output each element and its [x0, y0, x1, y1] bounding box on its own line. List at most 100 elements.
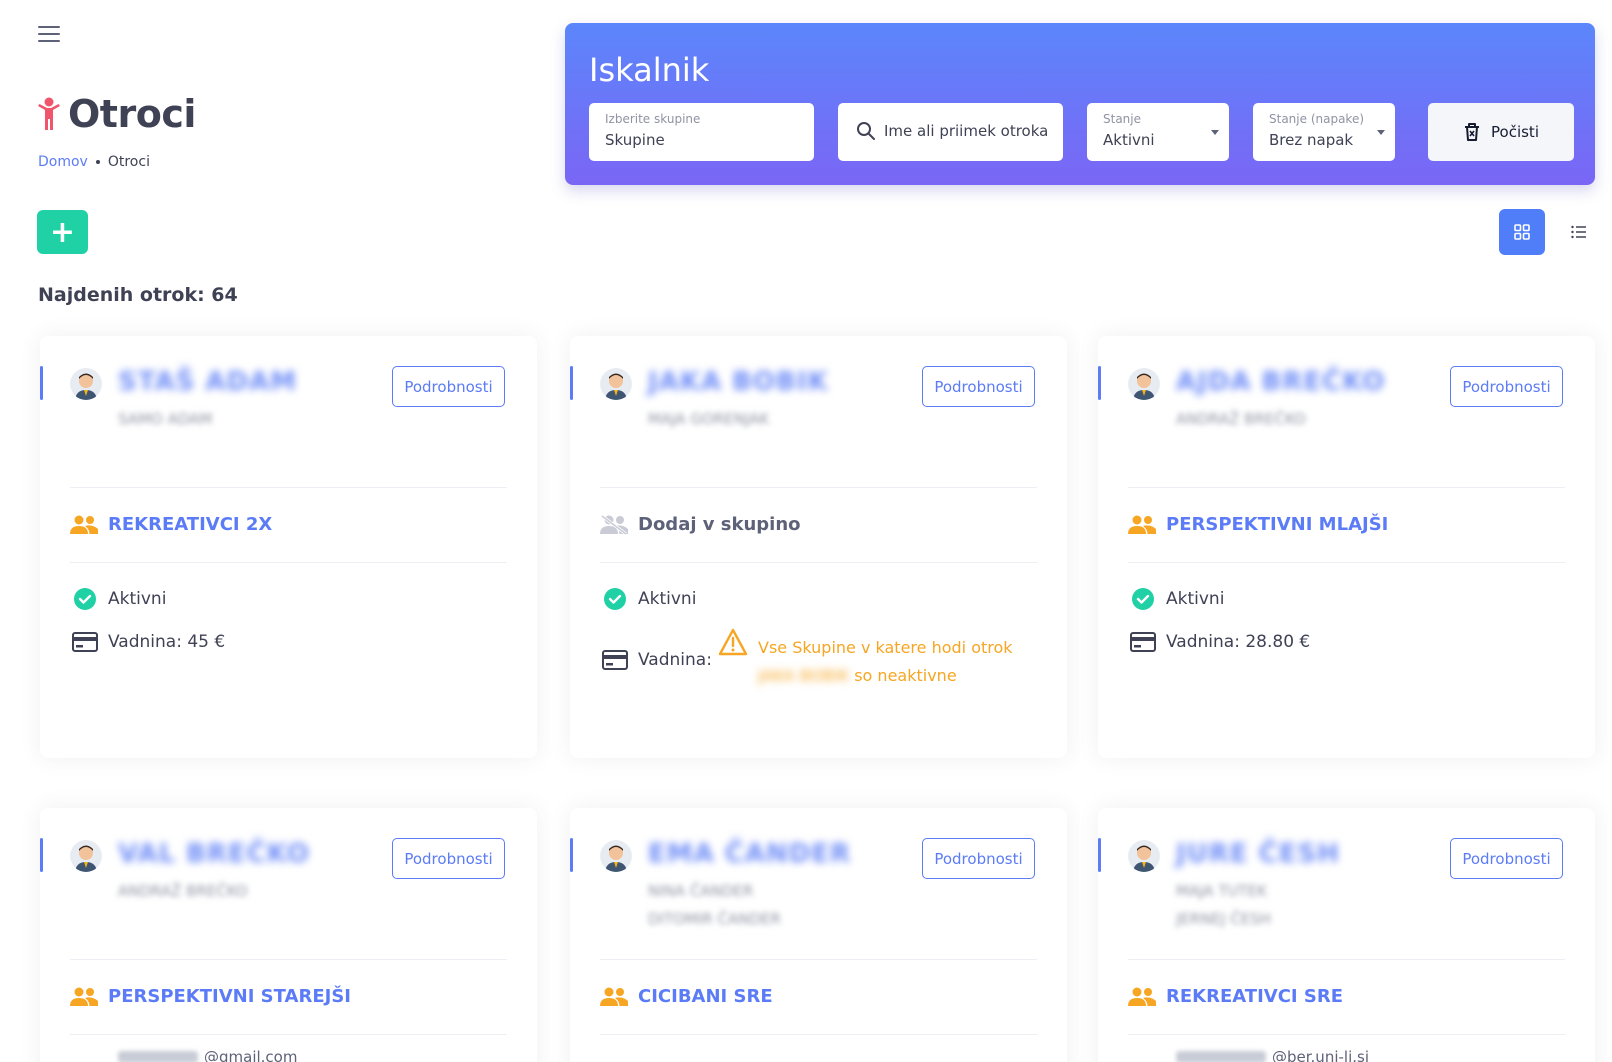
- error-status-select-label: Stanje (napake): [1269, 112, 1365, 126]
- card-accent: [570, 366, 573, 400]
- users-icon: [1128, 987, 1156, 1006]
- status-label: Aktivni: [1166, 589, 1225, 609]
- add-to-group-link[interactable]: Dodaj v skupino: [600, 514, 801, 535]
- hamburger-menu-icon[interactable]: [38, 26, 60, 44]
- page: Otroci Domov Otroci + Najdenih otrok: 64…: [0, 0, 1612, 1062]
- trash-icon: [1465, 123, 1480, 141]
- check-circle-icon: [1132, 588, 1154, 610]
- child-card: JAKA BOBIK MAJA GORENJAK Podrobnosti Dod…: [570, 336, 1067, 758]
- group-label: PERSPEKTIVNI STAREJŠI: [108, 986, 351, 1007]
- divider: [1128, 562, 1565, 563]
- group-link[interactable]: REKREATIVCI SRE: [1128, 986, 1343, 1007]
- divider: [600, 487, 1037, 488]
- divider: [70, 959, 507, 960]
- name-search-placeholder: Ime ali priimek otroka: [884, 122, 1049, 140]
- parent-name: MAJA TUTEK: [1176, 882, 1268, 900]
- group-link[interactable]: PERSPEKTIVNI STAREJŠI: [70, 986, 351, 1007]
- group-label: CICIBANI SRE: [638, 986, 773, 1007]
- avatar: [70, 840, 102, 872]
- details-button[interactable]: Podrobnosti: [392, 366, 505, 407]
- breadcrumb-home-link[interactable]: Domov: [38, 154, 88, 170]
- group-label: Dodaj v skupino: [638, 514, 801, 535]
- warning-icon: [718, 628, 748, 656]
- grid-view-toggle[interactable]: [1499, 209, 1545, 255]
- card-accent: [40, 366, 43, 400]
- users-slash-icon: [600, 514, 628, 535]
- avatar: [600, 840, 632, 872]
- fee-row: Vadnina: 28.80 €: [1130, 632, 1310, 652]
- redacted-email-user: [1176, 1051, 1266, 1062]
- child-name[interactable]: EMA ČANDER: [648, 839, 851, 869]
- group-link[interactable]: CICIBANI SRE: [600, 986, 773, 1007]
- credit-card-icon: [1130, 632, 1156, 652]
- group-select-value: Skupine: [605, 131, 665, 149]
- details-button[interactable]: Podrobnosti: [1450, 366, 1563, 407]
- check-circle-icon: [74, 588, 96, 610]
- status-select-value: Aktivni: [1103, 131, 1155, 149]
- child-name[interactable]: VAL BREČKO: [118, 839, 310, 869]
- divider: [600, 1034, 1037, 1035]
- warning-text: Vse Skupine v katere hodi otrok JAKA BOB…: [758, 634, 1048, 690]
- group-link[interactable]: PERSPEKTIVNI MLAJŠI: [1128, 514, 1388, 535]
- parent-name: SAMO ADAM: [118, 410, 213, 428]
- list-view-toggle[interactable]: [1556, 209, 1602, 255]
- error-status-select-value: Brez napak: [1269, 131, 1354, 149]
- name-search-input[interactable]: Ime ali priimek otroka: [838, 103, 1063, 161]
- chevron-down-icon: [1377, 130, 1385, 135]
- users-icon: [70, 987, 98, 1006]
- found-count: Najdenih otrok: 64: [38, 284, 238, 306]
- details-button[interactable]: Podrobnosti: [922, 838, 1035, 879]
- parent-name: ANDRAŽ BREČKO: [1176, 410, 1306, 428]
- parent-name: MAJA GORENJAK: [648, 410, 770, 428]
- details-button[interactable]: Podrobnosti: [392, 838, 505, 879]
- fee-row: Vadnina: 45 €: [72, 632, 225, 652]
- group-label: PERSPEKTIVNI MLAJŠI: [1166, 514, 1389, 535]
- warning-text-end: so neaktivne: [854, 666, 957, 685]
- child-name[interactable]: JURE ČESH: [1176, 839, 1340, 869]
- avatar: [1128, 840, 1160, 872]
- child-card: STAŠ ADAM SAMO ADAM Podrobnosti REKREATI…: [40, 336, 537, 758]
- card-accent: [570, 838, 573, 872]
- avatar: [70, 368, 102, 400]
- child-card: EMA ČANDER NINA ČANDER DITOMIR ČANDER Po…: [570, 808, 1067, 1062]
- details-button[interactable]: Podrobnosti: [1450, 838, 1563, 879]
- clear-button[interactable]: Počisti: [1428, 103, 1574, 161]
- breadcrumb: Domov Otroci: [38, 154, 150, 170]
- search-title: Iskalnik: [589, 51, 710, 89]
- fee-row: Vadnina:: [602, 650, 712, 670]
- page-title-row: Otroci: [36, 92, 196, 136]
- credit-card-icon: [72, 632, 98, 652]
- email-domain: @gmail.com: [204, 1048, 298, 1062]
- group-link[interactable]: REKREATIVCI 2X: [70, 514, 272, 535]
- chevron-down-icon: [1211, 130, 1219, 135]
- child-name[interactable]: JAKA BOBIK: [648, 367, 829, 397]
- parent-name: DITOMIR ČANDER: [648, 910, 781, 928]
- status-row: Aktivni: [74, 588, 166, 610]
- divider: [1128, 1034, 1565, 1035]
- status-select[interactable]: Stanje Aktivni: [1087, 103, 1229, 161]
- email-domain: @ber.uni-lj.si: [1272, 1048, 1369, 1062]
- search-panel: Iskalnik Izberite skupine Skupine Ime al…: [565, 23, 1595, 185]
- details-button[interactable]: Podrobnosti: [922, 366, 1035, 407]
- breadcrumb-current: Otroci: [107, 154, 150, 170]
- warning-child-first-name: JAKA: [758, 666, 795, 685]
- status-label: Aktivni: [638, 589, 697, 609]
- child-card: VAL BREČKO ANDRAŽ BREČKO Podrobnosti PER…: [40, 808, 537, 1062]
- child-name[interactable]: AJDA BREČKO: [1176, 367, 1385, 397]
- card-accent: [40, 838, 43, 872]
- status-label: Aktivni: [108, 589, 167, 609]
- group-select[interactable]: Izberite skupine Skupine: [589, 103, 814, 161]
- users-icon: [70, 515, 98, 534]
- add-child-button[interactable]: +: [37, 210, 88, 254]
- divider: [1128, 959, 1565, 960]
- parent-name: JERNEJ ČESH: [1176, 910, 1271, 928]
- grid-icon: [1514, 224, 1530, 240]
- error-status-select[interactable]: Stanje (napake) Brez napak: [1253, 103, 1395, 161]
- status-row: Aktivni: [604, 588, 696, 610]
- redacted-email-user: [118, 1051, 198, 1062]
- breadcrumb-separator: [95, 160, 100, 164]
- list-icon: [1571, 225, 1586, 239]
- child-name[interactable]: STAŠ ADAM: [118, 367, 297, 397]
- check-circle-icon: [604, 588, 626, 610]
- divider: [70, 1034, 507, 1035]
